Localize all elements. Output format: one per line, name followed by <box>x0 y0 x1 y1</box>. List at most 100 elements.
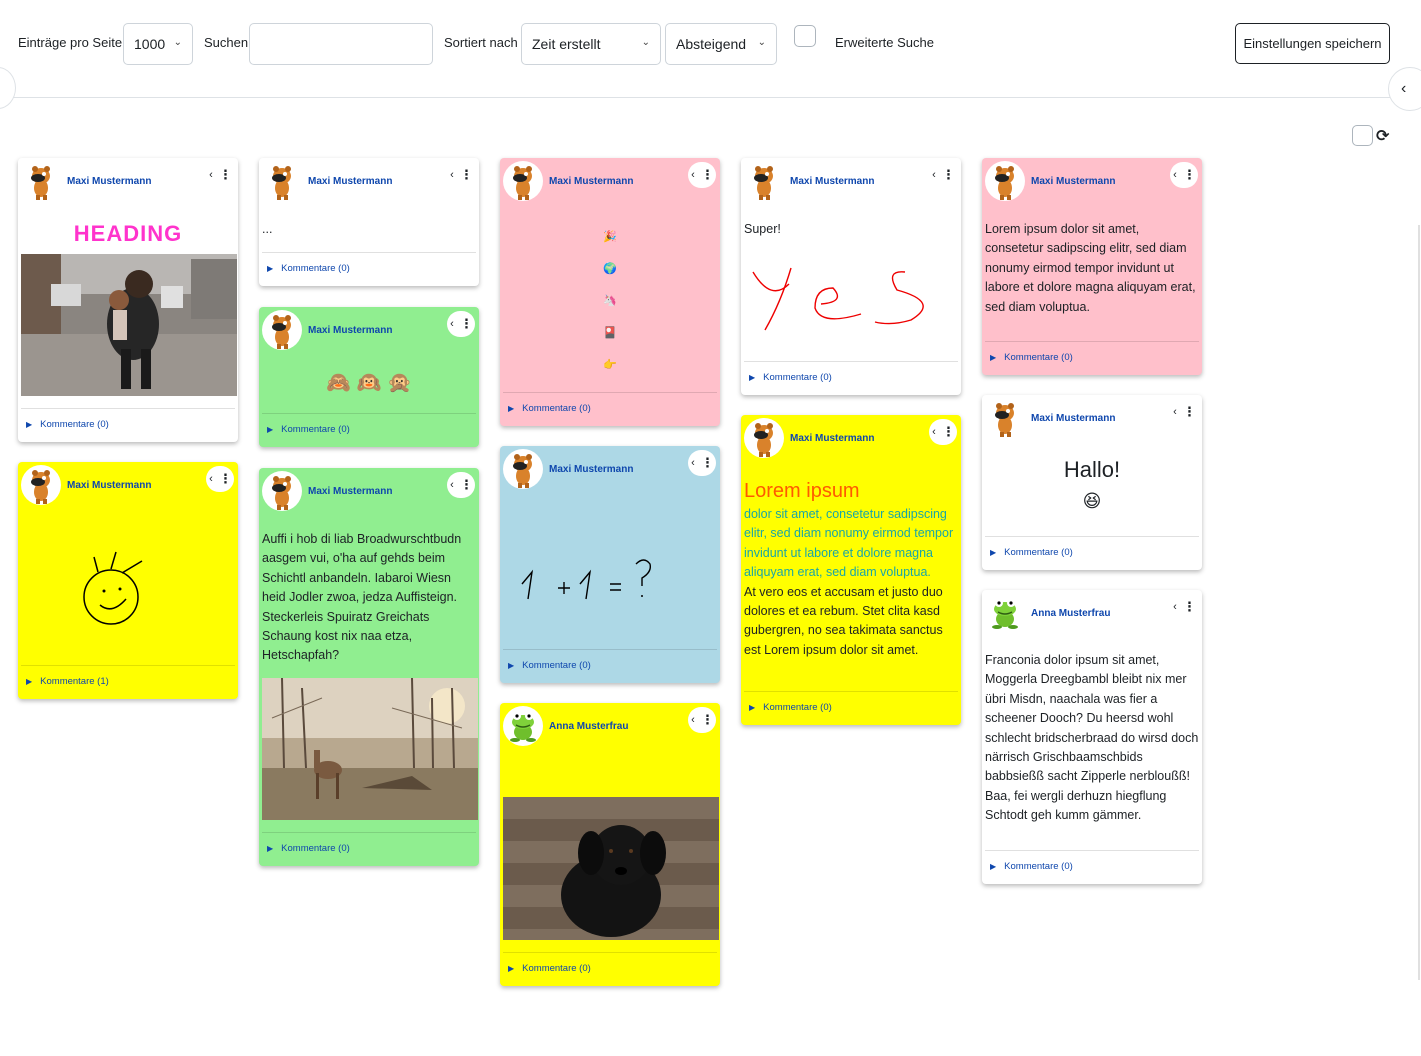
emoji-item: 👉 <box>603 359 617 371</box>
comments-toggle[interactable]: ▶ Kommentare (0) <box>985 850 1199 884</box>
post-card[interactable]: Maxi Mustermann ‹ ⋮ HEADING ▶ Kommentare (… <box>18 158 238 442</box>
post-heading: Hallo! <box>1063 457 1121 482</box>
avatar <box>503 449 543 489</box>
post-text: Lorem ipsum dolor sit amet, consetetur s… <box>985 222 1196 314</box>
card-header: Maxi Mustermann ‹ ⋮ <box>259 158 479 202</box>
chevron-left-icon: ‹ <box>932 169 936 181</box>
post-card[interactable]: Maxi Mustermann ‹ ⋮ 🎉 🌍 🦄 🎴 👉 ▶ Kommentare… <box>500 158 720 426</box>
emoji-item: 🎉 <box>603 231 617 243</box>
post-card[interactable]: Maxi Mustermann ‹ ⋮ Hallo! 😆 ▶ Kommentare … <box>982 395 1202 570</box>
more-options-icon: ⋮ <box>1182 167 1196 182</box>
comments-toggle[interactable]: ▶ Kommentare (0) <box>262 832 476 866</box>
caret-right-icon: ▶ <box>267 264 274 273</box>
comments-toggle[interactable]: ▶ Kommentare (0) <box>985 341 1199 375</box>
chevron-down-icon: ⌄ <box>641 37 650 48</box>
card-header: Maxi Mustermann ‹ ⋮ <box>18 158 238 202</box>
avatar <box>262 161 302 201</box>
comments-toggle[interactable]: ▶ Kommentare (0) <box>985 536 1199 570</box>
card-menu[interactable]: ‹ ⋮ <box>688 707 716 733</box>
chevron-left-icon: ‹ <box>450 169 454 181</box>
card-menu[interactable]: ‹ ⋮ <box>206 162 234 188</box>
comments-toggle[interactable]: ▶ Kommentare (0) <box>262 413 476 447</box>
emoji-item: 🌍 <box>603 263 617 275</box>
comments-toggle[interactable]: ▶ Kommentare (0) <box>503 952 717 986</box>
comments-toggle[interactable]: ▶ Kommentare (0) <box>262 252 476 286</box>
card-header: Maxi Mustermann ‹ ⋮ <box>741 158 961 202</box>
card-menu[interactable]: ‹ ⋮ <box>447 472 475 498</box>
more-options-icon: ⋮ <box>459 477 473 492</box>
comments-toggle[interactable]: ▶ Kommentare (0) <box>503 392 717 426</box>
comments-toggle[interactable]: ▶ Kommentare (0) <box>21 408 235 442</box>
filter-toolbar: Einträge pro Seite 1000 ⌄ Suchen Sortier… <box>0 0 1421 98</box>
sort-field-select[interactable]: Zeit erstellt ⌄ <box>521 23 661 65</box>
chevron-left-icon: ‹ <box>450 479 454 491</box>
post-card[interactable]: Maxi Mustermann ‹ ⋮ Lorem ipsum dolor sit… <box>741 415 961 725</box>
avatar <box>21 161 61 201</box>
scrollbar[interactable] <box>1418 225 1420 980</box>
chevron-left-icon: ‹ <box>1401 80 1407 97</box>
sort-field-value: Zeit erstellt <box>532 36 601 52</box>
card-menu[interactable]: ‹ ⋮ <box>1170 162 1198 188</box>
card-menu[interactable]: ‹ ⋮ <box>688 450 716 476</box>
author-name: Maxi Mustermann <box>308 325 393 336</box>
author-name: Maxi Mustermann <box>1031 176 1116 187</box>
save-settings-button[interactable]: Einstellungen speichern <box>1235 23 1390 64</box>
card-header: Maxi Mustermann ‹ ⋮ <box>982 158 1202 202</box>
avatar <box>21 465 61 505</box>
refresh-icon[interactable]: ⟳ <box>1376 126 1389 146</box>
post-text: At vero eos et accusam et justo duo dolo… <box>744 584 943 657</box>
more-options-icon: ⋮ <box>1182 599 1196 614</box>
comments-toggle[interactable]: ▶ Kommentare (1) <box>21 665 235 699</box>
card-menu[interactable]: ‹ ⋮ <box>929 162 957 188</box>
card-menu[interactable]: ‹ ⋮ <box>206 466 234 492</box>
card-menu[interactable]: ‹ ⋮ <box>1170 594 1198 620</box>
select-all-checkbox[interactable] <box>1352 125 1373 146</box>
more-options-icon: ⋮ <box>700 712 714 727</box>
card-header: Maxi Mustermann ‹ ⋮ <box>500 446 720 490</box>
comments-toggle[interactable]: ▶ Kommentare (0) <box>744 361 958 395</box>
chevron-left-icon: ‹ <box>932 426 936 438</box>
comments-count: Kommentare (0) <box>522 963 591 974</box>
card-menu[interactable]: ‹ ⋮ <box>1170 399 1198 425</box>
entries-per-page-select[interactable]: 1000 ⌄ <box>123 23 193 65</box>
chevron-left-icon: ‹ <box>691 714 695 726</box>
chevron-left-icon: ‹ <box>209 169 213 181</box>
post-card[interactable]: Maxi Mustermann ‹ ⋮ Auffi i hob di liab B… <box>259 468 479 866</box>
menu-icon: ⋮ <box>0 80 5 97</box>
avatar <box>744 418 784 458</box>
card-menu[interactable]: ‹ ⋮ <box>447 162 475 188</box>
comments-toggle[interactable]: ▶ Kommentare (0) <box>744 691 958 725</box>
post-body: Lorem ipsum dolor sit amet, consetetur s… <box>741 477 961 660</box>
author-name: Maxi Mustermann <box>790 176 875 187</box>
caret-right-icon: ▶ <box>990 353 997 362</box>
card-menu[interactable]: ‹ ⋮ <box>929 419 957 445</box>
sort-order-select[interactable]: Absteigend ⌄ <box>665 23 777 65</box>
card-header: Anna Musterfrau ‹ ⋮ <box>500 703 720 747</box>
card-header: Maxi Mustermann ‹ ⋮ <box>741 415 961 459</box>
post-text: Super! <box>744 222 781 236</box>
comments-count: Kommentare (0) <box>281 263 350 274</box>
search-input[interactable] <box>249 23 433 65</box>
post-card[interactable]: Anna Musterfrau ‹ ⋮ ▶ Kommentare (0) <box>500 703 720 986</box>
comments-toggle[interactable]: ▶ Kommentare (0) <box>503 649 717 683</box>
author-name: Maxi Mustermann <box>549 464 634 475</box>
emoji-item: 🦄 <box>603 295 617 307</box>
post-card[interactable]: Maxi Mustermann ‹ ⋮ ▶ Kommentare (0) <box>500 446 720 683</box>
card-menu[interactable]: ‹ ⋮ <box>447 311 475 337</box>
card-menu[interactable]: ‹ ⋮ <box>688 162 716 188</box>
post-card[interactable]: Maxi Mustermann ‹ ⋮ Super! ▶ Kommentare (0… <box>741 158 961 395</box>
comments-count: Kommentare (1) <box>40 676 109 687</box>
post-card[interactable]: Anna Musterfrau ‹ ⋮ Franconia dolor ipsum… <box>982 590 1202 884</box>
post-card[interactable]: Maxi Mustermann ‹ ⋮ ▶ Kommentare (1) <box>18 462 238 699</box>
advanced-search-checkbox[interactable] <box>794 25 816 47</box>
right-drawer-toggle[interactable]: ‹ <box>1388 67 1421 111</box>
post-card[interactable]: Maxi Mustermann ‹ ⋮ ... ▶ Kommentare (0) <box>259 158 479 286</box>
entries-per-page-label: Einträge pro Seite <box>18 35 123 50</box>
chevron-left-icon: ‹ <box>1173 601 1177 613</box>
more-options-icon: ⋮ <box>218 471 232 486</box>
post-card[interactable]: Maxi Mustermann ‹ ⋮ Lorem ipsum dolor sit… <box>982 158 1202 375</box>
post-card[interactable]: Maxi Mustermann ‹ ⋮ 🙈 🙉 🙊 ▶ Kommentare (0) <box>259 307 479 447</box>
avatar <box>985 161 1025 201</box>
more-options-icon: ⋮ <box>941 424 955 439</box>
comments-count: Kommentare (0) <box>763 372 832 383</box>
